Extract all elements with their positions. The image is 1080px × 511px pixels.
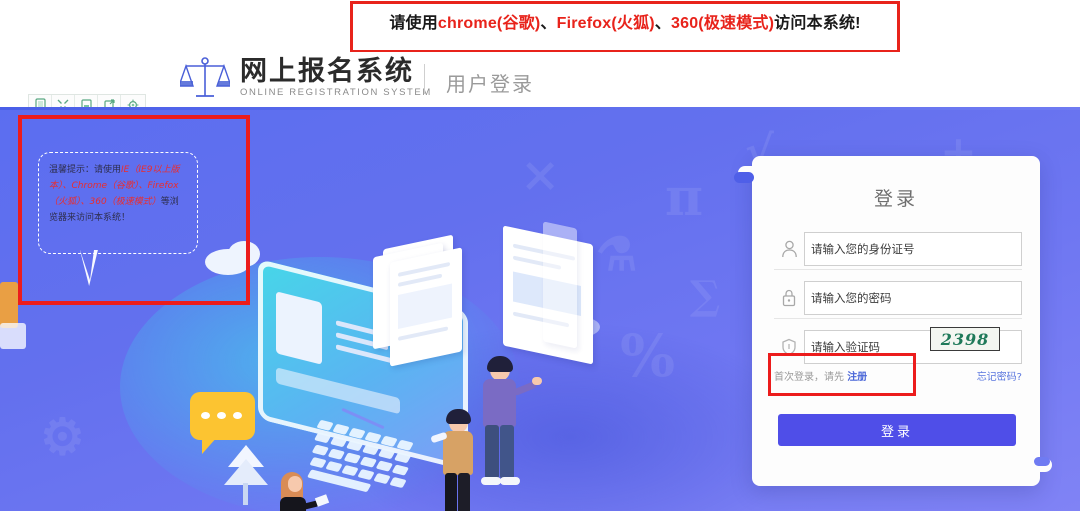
- card-notch-top-left-inner: [734, 172, 754, 183]
- card-notch-bottom-right-inner: [1034, 457, 1050, 466]
- watermark-flask-icon: ⚗: [596, 227, 638, 281]
- header-subtitle: 用户登录: [446, 72, 534, 96]
- monitor-pane: [276, 291, 322, 365]
- accent-shape: [0, 282, 18, 328]
- browser-requirement-text: 请使用chrome(谷歌)、Firefox(火狐)、360(极速模式)访问本系统…: [389, 9, 860, 33]
- browser-requirement-banner: 请使用chrome(谷歌)、Firefox(火狐)、360(极速模式)访问本系统…: [350, 1, 900, 53]
- password-input[interactable]: [804, 281, 1022, 315]
- chat-dot: [233, 412, 242, 419]
- login-page: 请使用chrome(谷歌)、Firefox(火狐)、360(极速模式)访问本系统…: [0, 0, 1080, 511]
- user-icon: [774, 240, 804, 258]
- document-card: [390, 247, 462, 367]
- login-submit-button[interactable]: 登录: [778, 414, 1016, 446]
- login-card: 登录 首次登录，请先 注册: [734, 156, 1052, 486]
- banner-sep-1: 、: [540, 15, 557, 32]
- banner-suffix: 访问本系统!: [774, 15, 861, 32]
- watermark-x-icon: ×: [520, 147, 561, 203]
- banner-360: 360(极速模式): [671, 15, 775, 32]
- stage-top-strip: [0, 107, 1080, 110]
- banner-firefox: Firefox(火狐): [556, 15, 655, 32]
- chat-dot: [201, 412, 210, 419]
- brand-name-cn: 网上报名系统: [240, 56, 414, 88]
- password-field-row: [774, 281, 1022, 315]
- banner-sep-2: 、: [654, 15, 671, 32]
- header-divider: [424, 64, 425, 94]
- tree-trunk: [243, 483, 248, 505]
- site-logo[interactable]: 网上报名系统 ONLINE REGISTRATION SYSTEM: [178, 56, 432, 100]
- watermark-pi-icon: π: [665, 167, 704, 228]
- banner-chrome: chrome(谷歌): [437, 15, 541, 32]
- chat-dot: [217, 412, 226, 419]
- brand-text-block: 网上报名系统 ONLINE REGISTRATION SYSTEM: [240, 58, 432, 98]
- captcha-image[interactable]: 2398: [930, 327, 1000, 351]
- watermark-percent-icon: %: [620, 322, 676, 390]
- lock-icon: [774, 289, 804, 307]
- watermark-gear-icon: ⚙: [40, 407, 85, 466]
- accent-shape: [0, 323, 26, 349]
- chat-bubble-decoration: [190, 392, 255, 454]
- balance-scale-icon: [178, 56, 232, 100]
- id-card-input[interactable]: [804, 232, 1022, 266]
- annotation-box-browser-tip: [18, 115, 250, 305]
- tree-shape: [224, 459, 268, 485]
- id-card-field-row: [774, 232, 1022, 266]
- person-figure-woman: [275, 472, 330, 511]
- annotation-box-register: [768, 353, 916, 396]
- login-title: 登录: [873, 188, 918, 210]
- brand-name-en: ONLINE REGISTRATION SYSTEM: [240, 87, 432, 99]
- banner-prefix: 请使用: [389, 15, 438, 32]
- watermark-sigma-icon: ∑: [690, 272, 721, 319]
- field-underline: [774, 318, 1022, 319]
- document-card: [543, 221, 577, 349]
- captcha-code-text: 2398: [940, 329, 990, 349]
- field-underline: [774, 269, 1022, 270]
- forgot-password-link[interactable]: 忘记密码?: [977, 368, 1022, 383]
- person-figure-middle: [430, 409, 487, 511]
- monitor-pane: [276, 367, 400, 415]
- site-header: 网上报名系统 ONLINE REGISTRATION SYSTEM 用户登录: [0, 52, 1080, 107]
